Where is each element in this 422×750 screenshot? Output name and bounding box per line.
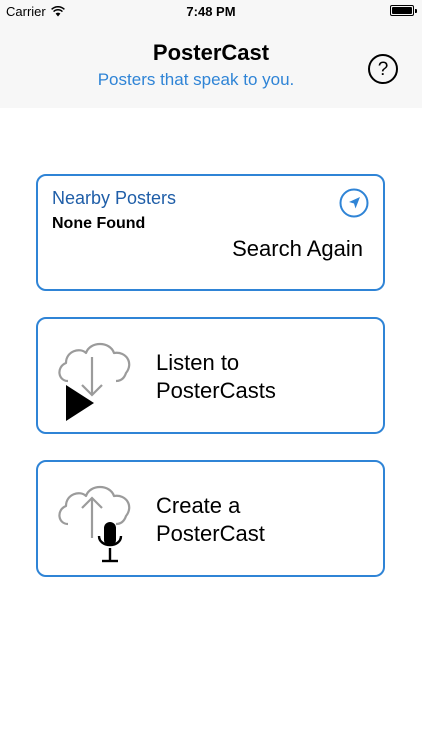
listen-label: Listen to PosterCasts [156,349,276,405]
listen-postercasts-card[interactable]: Listen to PosterCasts [36,317,385,434]
app-subtitle: Posters that speak to you. [97,70,295,89]
nearby-posters-title: Nearby Posters [52,188,177,208]
listen-label-line2: PosterCasts [156,378,276,403]
nav-header: PosterCast Posters that speak to you. ? [0,22,422,108]
battery-icon [390,5,417,16]
location-arrow-icon[interactable] [339,188,369,218]
create-label: Create a PosterCast [156,492,265,548]
nearby-status: None Found [52,215,146,232]
create-postercast-card[interactable]: Create a PosterCast [36,460,385,577]
help-button[interactable]: ? [368,54,398,84]
cloud-upload-microphone-icon [58,485,131,563]
cloud-download-play-icon [58,342,131,421]
app-title: PosterCast [152,40,270,65]
search-again-button[interactable]: Search Again [232,236,363,262]
create-label-line2: PosterCast [156,521,265,546]
listen-label-line1: Listen to [156,350,240,375]
status-time: 7:48 PM [186,4,236,19]
app-screen: Carrier 7:48 PM PosterCast Posters that … [0,0,422,750]
status-bar: Carrier 7:48 PM [0,0,422,22]
create-label-line1: Create a [156,493,241,518]
nearby-posters-card[interactable]: Nearby Posters None Found Search Again [36,174,385,291]
